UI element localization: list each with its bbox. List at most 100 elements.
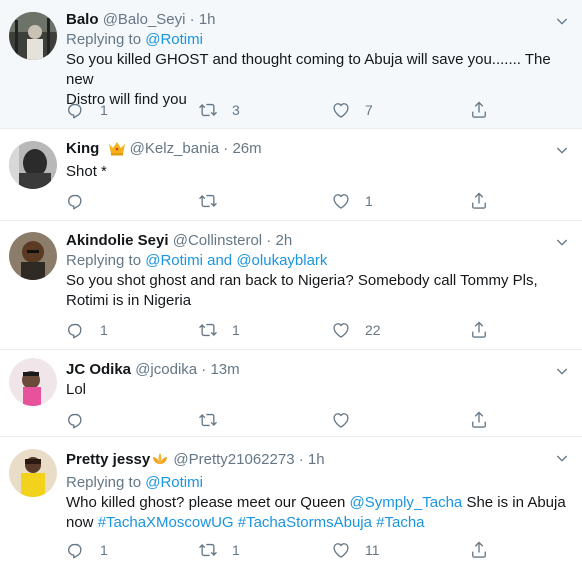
tweet[interactable]: Pretty jessy @Pretty21062273 · 1h Replyi… [0,437,582,570]
display-name[interactable]: Pretty jessy [66,451,150,468]
caret-down-icon[interactable] [554,450,570,466]
replying-to: Replying to @Rotimi [66,473,570,493]
hashtag-link[interactable]: #TachaStormsAbuja [234,514,372,531]
tweet-text-line: Who killed ghost? please meet our Queen … [66,493,570,513]
separator-dot: · [201,361,207,378]
retweet-button[interactable] [198,410,218,430]
share-button[interactable] [469,191,489,211]
share-button[interactable] [469,320,489,340]
separator-dot: · [298,451,304,468]
display-name[interactable]: Balo [66,11,99,28]
hashtag-link[interactable]: #TachaXMoscowUG [98,514,234,531]
display-name[interactable]: King [66,140,99,157]
user-handle[interactable]: @Pretty21062273 [173,451,294,468]
caret-down-icon[interactable] [554,142,570,158]
reply-icon [66,191,86,211]
caret-down-icon[interactable] [554,13,570,29]
tweet[interactable]: Akindolie Seyi @Collinsterol · 2h Replyi… [0,221,582,350]
tweet-header: Pretty jessy @Pretty21062273 · 1h [66,450,570,473]
replying-to-link[interactable]: @olukayblark [236,252,327,269]
share-icon [469,540,489,560]
retweet-button[interactable]: 3 [198,100,240,120]
like-button[interactable]: 1 [331,191,373,211]
tweet-header: Balo @Balo_Seyi · 1h [66,10,570,30]
timestamp[interactable]: 2h [275,232,292,249]
retweet-count: 1 [232,542,240,558]
share-button[interactable] [469,540,489,560]
reply-icon [66,100,86,120]
user-handle[interactable]: @Balo_Seyi [103,11,186,28]
heart-icon [331,540,351,560]
replying-to-and: and [202,252,237,269]
avatar[interactable] [9,449,57,497]
separator-dot: · [266,232,272,249]
user-handle[interactable]: @jcodika [135,361,197,378]
reply-button[interactable] [66,410,86,430]
reply-button[interactable]: 1 [66,320,108,340]
tweet-text: Lol [66,380,570,400]
replying-to-label: Replying to [66,474,146,491]
tweet-actions: 1 1 22 [66,320,496,340]
heart-icon [331,191,351,211]
display-name[interactable]: JC Odika [66,361,131,378]
tweet-actions: 1 [66,191,496,211]
replying-to-label: Replying to [66,31,146,48]
tweet-header: Akindolie Seyi @Collinsterol · 2h [66,231,570,251]
share-icon [469,191,489,211]
reply-icon [66,540,86,560]
like-button[interactable] [331,410,351,430]
reply-count: 1 [100,102,108,118]
retweet-button[interactable]: 1 [198,540,240,560]
user-handle[interactable]: @Collinsterol [173,232,262,249]
timestamp[interactable]: 1h [308,451,325,468]
tweet-text: So you shot ghost and ran back to Nigeri… [66,271,570,311]
tweet-header: King @Kelz_bania · 26m [66,139,570,162]
tweet-actions [66,410,496,430]
tweet[interactable]: JC Odika @jcodika · 13m Lol [0,350,582,437]
reply-button[interactable] [66,191,86,211]
tweet-text: Shot * [66,162,570,182]
reply-icon [66,320,86,340]
avatar[interactable] [9,358,57,406]
share-button[interactable] [469,100,489,120]
replying-to: Replying to @Rotimi [66,30,570,50]
share-button[interactable] [469,410,489,430]
user-handle[interactable]: @Kelz_bania [130,140,219,157]
like-button[interactable]: 7 [331,100,373,120]
avatar[interactable] [9,12,57,60]
share-icon [469,320,489,340]
tweet-text-line: Lol [66,381,87,398]
display-name[interactable]: Akindolie Seyi [66,232,169,249]
tweet-text-line: So you shot ghost and ran back to Nigeri… [66,272,538,289]
reply-button[interactable]: 1 [66,100,108,120]
hashtag-link[interactable]: #Tacha [372,514,424,531]
separator-dot: · [223,140,229,157]
retweet-button[interactable]: 1 [198,320,240,340]
like-button[interactable]: 22 [331,320,381,340]
share-icon [469,410,489,430]
retweet-count: 3 [232,102,240,118]
replying-to-link[interactable]: @Rotimi [145,474,203,491]
caret-down-icon[interactable] [554,234,570,250]
like-count: 1 [365,193,373,209]
caret-down-icon[interactable] [554,363,570,379]
replying-to-link[interactable]: @Rotimi [145,31,203,48]
timestamp[interactable]: 26m [232,140,261,157]
tweet[interactable]: King @Kelz_bania · 26m Shot * 1 [0,129,582,221]
like-count: 11 [365,542,380,558]
tweet-header: JC Odika @jcodika · 13m [66,360,570,380]
tweet-text-line: So you killed GHOST and thought coming t… [66,51,551,88]
avatar[interactable] [9,232,57,280]
tweet[interactable]: Balo @Balo_Seyi · 1h Replying to @Rotimi… [0,0,582,129]
tweet-text-line: Shot * [66,163,107,180]
avatar[interactable] [9,141,57,189]
reply-button[interactable]: 1 [66,540,108,560]
timestamp[interactable]: 1h [199,11,216,28]
replying-to: Replying to @Rotimi and @olukayblark [66,251,570,271]
mention-link[interactable]: @Symply_Tacha [350,494,463,511]
retweet-icon [198,100,218,120]
retweet-button[interactable] [198,191,218,211]
timestamp[interactable]: 13m [210,361,239,378]
like-button[interactable]: 11 [331,540,380,560]
replying-to-link[interactable]: @Rotimi [145,252,203,269]
